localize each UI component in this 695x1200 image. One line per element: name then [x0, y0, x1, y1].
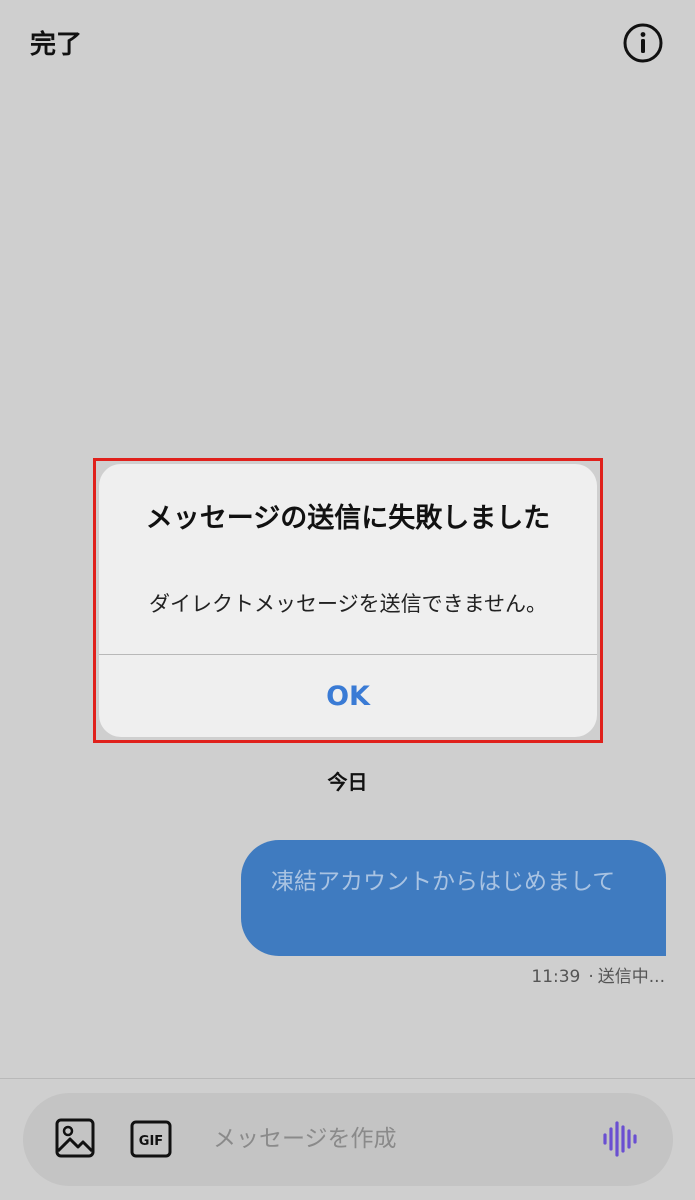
- svg-text:GIF: GIF: [139, 1134, 163, 1149]
- gif-icon: GIF: [130, 1120, 172, 1158]
- top-bar: 完了: [0, 0, 695, 90]
- message-composer: GIF: [23, 1093, 673, 1186]
- voice-message-button[interactable]: [601, 1121, 639, 1157]
- add-photo-button[interactable]: [55, 1118, 95, 1158]
- message-time: 11:39: [531, 967, 581, 987]
- message-input[interactable]: [213, 1115, 573, 1163]
- image-icon: [55, 1118, 95, 1158]
- composer-divider: [0, 1078, 695, 1079]
- error-alert-dialog: メッセージの送信に失敗しました ダイレクトメッセージを送信できません。 OK: [99, 464, 597, 737]
- date-separator: 今日: [327, 770, 368, 794]
- add-gif-button[interactable]: GIF: [130, 1120, 172, 1158]
- info-icon: [623, 23, 663, 63]
- info-button[interactable]: [622, 22, 664, 64]
- done-button[interactable]: 完了: [30, 24, 82, 61]
- ok-button[interactable]: OK: [99, 655, 597, 737]
- message-meta: 11:39 · 送信中...: [531, 962, 665, 987]
- alert-title: メッセージの送信に失敗しました: [145, 503, 551, 534]
- message-bubble[interactable]: 凍結アカウントからはじめまして: [241, 840, 666, 956]
- voice-waveform-icon: [603, 1121, 637, 1157]
- separator-dot: ·: [588, 967, 594, 987]
- message-status: 送信中...: [597, 967, 665, 987]
- alert-message: ダイレクトメッセージを送信できません。: [149, 592, 547, 616]
